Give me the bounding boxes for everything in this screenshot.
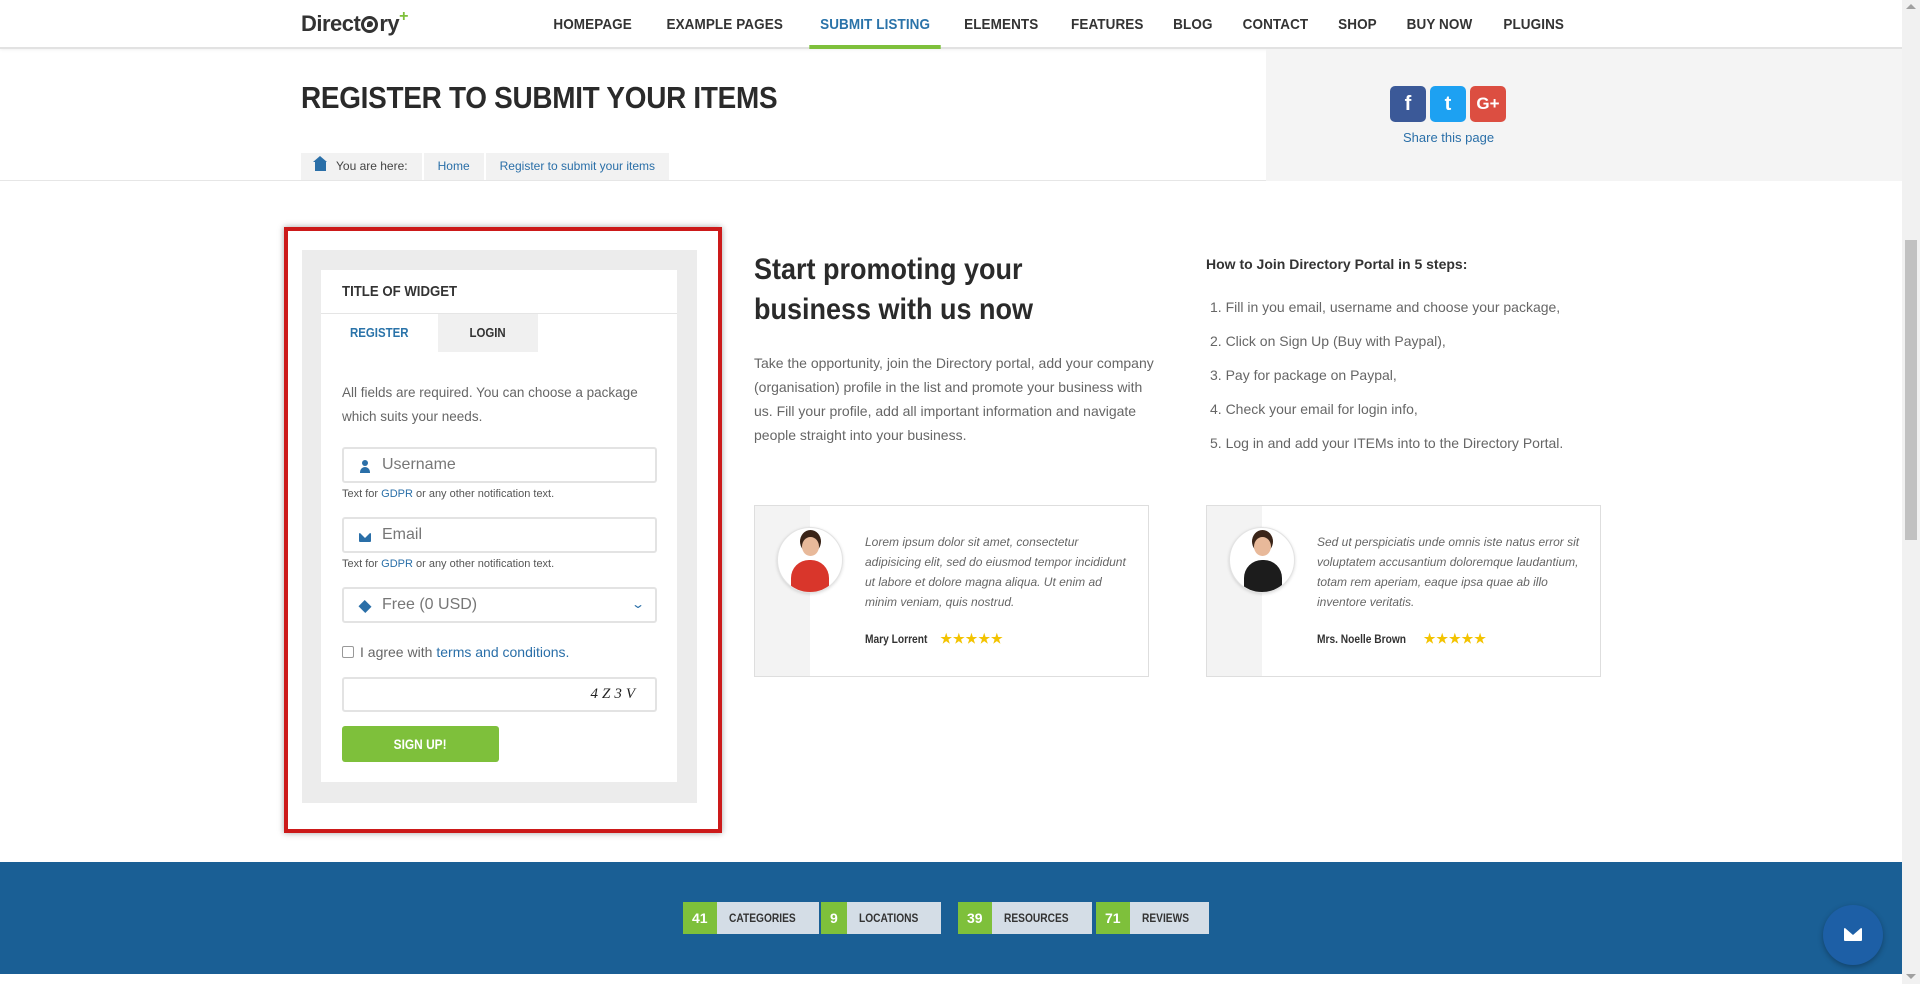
main-nav: HOMEPAGE EXAMPLE PAGES SUBMIT LISTING EL… bbox=[537, 0, 1579, 49]
testimonial-author: Mrs. Noelle Brown ★★★★★ bbox=[1317, 631, 1487, 646]
captcha-code: 4Z3V bbox=[590, 686, 639, 702]
avatar bbox=[777, 527, 843, 593]
twitter-icon[interactable]: t bbox=[1430, 86, 1466, 122]
widget-intro: All fields are required. You can choose … bbox=[342, 385, 638, 424]
list-item: 2. Click on Sign Up (Buy with Paypal), bbox=[1210, 333, 1446, 349]
testimonial-author: Mary Lorrent ★★★★★ bbox=[865, 631, 1004, 646]
email-field[interactable]: Email bbox=[342, 517, 657, 553]
page-title: REGISTER TO SUBMIT YOUR ITEMS bbox=[301, 80, 778, 115]
user-icon bbox=[359, 460, 371, 473]
list-item: 4. Check your email for login info, bbox=[1210, 401, 1418, 417]
nav-submit-listing[interactable]: SUBMIT LISTING bbox=[809, 0, 941, 49]
envelope-icon bbox=[1844, 928, 1862, 941]
gdpr-link[interactable]: GDPR bbox=[381, 488, 413, 500]
nav-elements[interactable]: ELEMENTS bbox=[953, 0, 1049, 49]
nav-homepage[interactable]: HOMEPAGE bbox=[543, 0, 643, 49]
steps-list: 1. Fill in you email, username and choos… bbox=[1210, 295, 1563, 465]
package-icon bbox=[358, 599, 372, 614]
username-notice: Text for GDPR or any other notification … bbox=[342, 488, 555, 500]
promo-text: Take the opportunity, join the Directory… bbox=[754, 355, 1154, 443]
globe-icon bbox=[361, 16, 379, 33]
breadcrumb-prefix: You are here: bbox=[301, 153, 424, 180]
email-placeholder: Email bbox=[382, 526, 423, 543]
contact-mail-button[interactable] bbox=[1823, 905, 1883, 965]
steps-title: How to Join Directory Portal in 5 steps: bbox=[1206, 256, 1468, 272]
nav-blog[interactable]: BLOG bbox=[1162, 0, 1223, 49]
star-rating-icon: ★★★★★ bbox=[1423, 631, 1487, 646]
stat-resources[interactable]: 39 RESOURCES bbox=[958, 902, 1092, 934]
testimonial-quote: Lorem ipsum dolor sit amet, consectetur … bbox=[865, 535, 1126, 609]
widget-title: TITLE OF WIDGET bbox=[342, 283, 458, 300]
captcha-input[interactable]: 4Z3V bbox=[342, 677, 657, 712]
testimonial-card: Lorem ipsum dolor sit amet, consectetur … bbox=[754, 505, 1149, 677]
share-panel bbox=[1266, 49, 1902, 181]
terms-agreement: I agree with terms and conditions. bbox=[342, 644, 569, 660]
nav-features[interactable]: FEATURES bbox=[1060, 0, 1154, 49]
username-field[interactable]: Username bbox=[342, 447, 657, 483]
tab-register[interactable]: REGISTER bbox=[322, 314, 436, 352]
promo-title: Start promoting your business with us no… bbox=[754, 253, 1034, 326]
package-select[interactable]: Free (0 USD) ⌄ bbox=[342, 587, 657, 623]
stat-locations[interactable]: 9 LOCATIONS bbox=[821, 902, 941, 934]
breadcrumb: You are here: Home Register to submit yo… bbox=[301, 153, 672, 180]
site-logo[interactable]: Direct ry+ bbox=[301, 8, 408, 37]
email-notice: Text for GDPR or any other notification … bbox=[342, 558, 555, 570]
stats-band bbox=[0, 862, 1902, 974]
nav-contact[interactable]: CONTACT bbox=[1232, 0, 1319, 49]
testimonial-quote: Sed ut perspiciatis unde omnis iste natu… bbox=[1317, 535, 1580, 609]
google-plus-icon[interactable]: G+ bbox=[1470, 86, 1506, 122]
list-item: 3. Pay for package on Paypal, bbox=[1210, 367, 1397, 383]
share-icons: f t G+ bbox=[1390, 86, 1506, 122]
nav-shop[interactable]: SHOP bbox=[1327, 0, 1387, 49]
breadcrumb-current[interactable]: Register to submit your items bbox=[486, 153, 672, 180]
breadcrumb-home[interactable]: Home bbox=[424, 153, 486, 180]
gdpr-link[interactable]: GDPR bbox=[381, 558, 413, 570]
nav-plugins[interactable]: PLUGINS bbox=[1492, 0, 1574, 49]
stat-reviews[interactable]: 71 REVIEWS bbox=[1096, 902, 1209, 934]
share-text[interactable]: Share this page bbox=[1403, 130, 1494, 145]
username-placeholder: Username bbox=[382, 456, 456, 473]
scroll-up-arrow-icon[interactable] bbox=[1906, 4, 1916, 9]
list-item: 1. Fill in you email, username and choos… bbox=[1210, 299, 1561, 315]
chevron-down-icon: ⌄ bbox=[630, 597, 646, 611]
signup-button[interactable]: SIGN UP! bbox=[342, 726, 499, 762]
top-navigation-bar: Direct ry+ HOMEPAGE EXAMPLE PAGES SUBMIT … bbox=[0, 0, 1902, 49]
tab-login[interactable]: LOGIN bbox=[438, 314, 538, 352]
testimonial-card: Sed ut perspiciatis unde omnis iste natu… bbox=[1206, 505, 1601, 677]
stat-categories[interactable]: 41 CATEGORIES bbox=[683, 902, 820, 934]
nav-example-pages[interactable]: EXAMPLE PAGES bbox=[656, 0, 794, 49]
envelope-icon bbox=[359, 533, 371, 542]
facebook-icon[interactable]: f bbox=[1390, 86, 1426, 122]
home-icon bbox=[313, 156, 327, 171]
star-rating-icon: ★★★★★ bbox=[940, 631, 1004, 646]
terms-checkbox[interactable] bbox=[342, 646, 354, 658]
scrollbar-thumb[interactable] bbox=[1905, 240, 1917, 540]
list-item: 5. Log in and add your ITEMs into to the… bbox=[1210, 435, 1564, 451]
package-value: Free (0 USD) bbox=[382, 596, 478, 613]
scroll-down-arrow-icon[interactable] bbox=[1906, 974, 1916, 979]
terms-link[interactable]: terms and conditions. bbox=[436, 644, 569, 660]
nav-buy-now[interactable]: BUY NOW bbox=[1396, 0, 1483, 49]
avatar bbox=[1229, 527, 1295, 593]
